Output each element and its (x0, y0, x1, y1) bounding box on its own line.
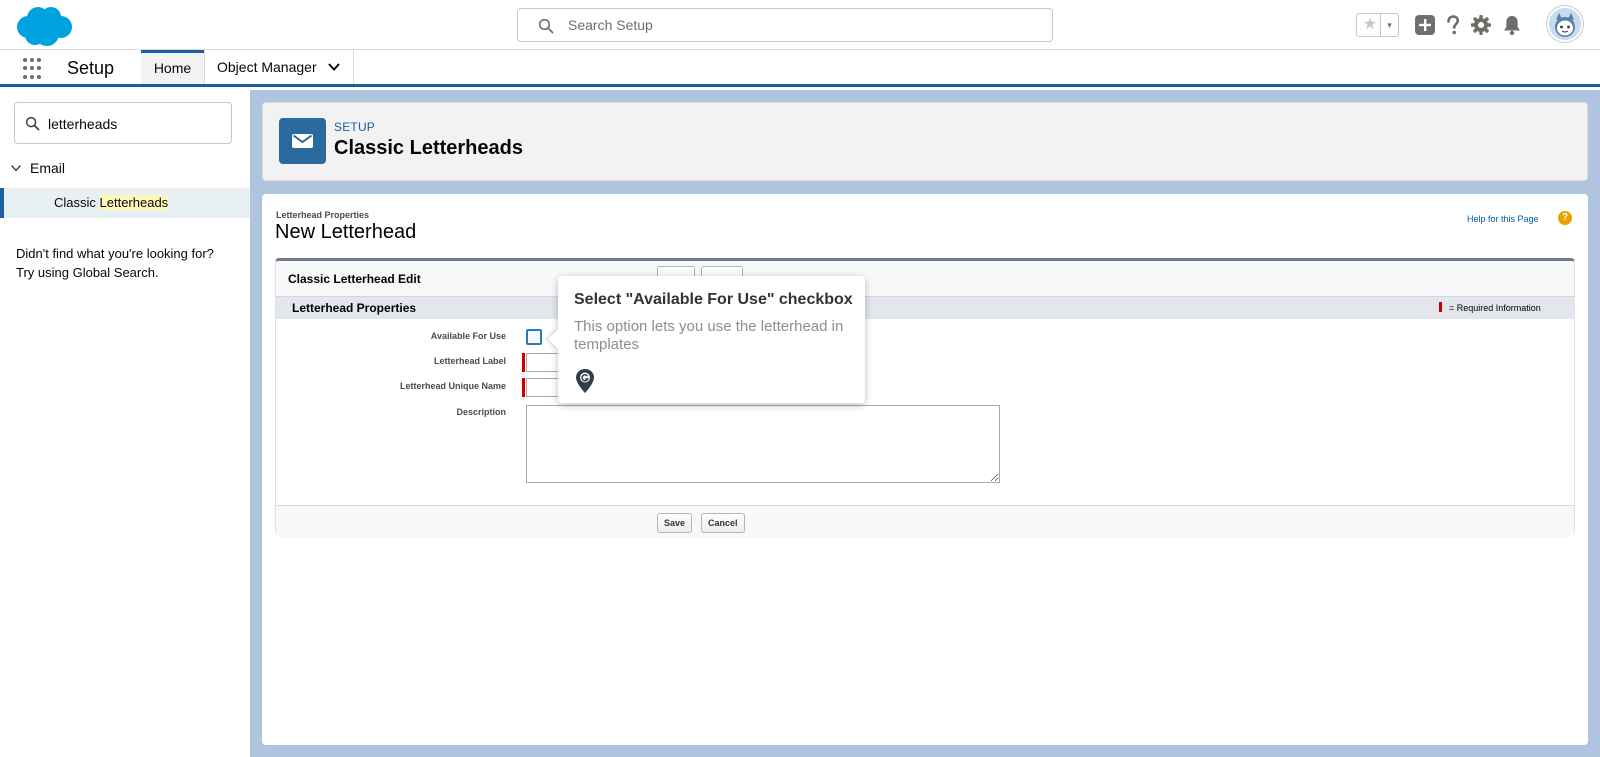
tree-item-classic-letterheads[interactable]: Classic Letterheads (0, 188, 250, 218)
chevron-down-icon[interactable] (327, 61, 341, 73)
letterhead-label-label: Letterhead Label (433, 356, 506, 366)
not-found-line-1: Didn't find what you're looking for? (16, 246, 214, 261)
page-title: Classic Letterheads (334, 137, 523, 159)
tree-group-email[interactable]: Email (10, 160, 65, 180)
tooltip-title: Select "Available For Use" checkbox (574, 291, 853, 308)
available-for-use-checkbox[interactable] (526, 329, 542, 345)
tooltip-body: This option lets you use the letterhead … (574, 318, 844, 353)
form-area: Available For Use Letterhead Label Lette… (276, 319, 1574, 505)
context-bar: Setup Home Object Manager (0, 50, 1600, 87)
page-header-eyebrow: SETUP (334, 120, 376, 134)
walkthrough-tooltip: Select "Available For Use" checkbox This… (548, 276, 865, 403)
chevron-down-icon[interactable] (10, 162, 22, 174)
search-highlight: Letterheads (99, 195, 169, 210)
required-legend-text: = Required Information (1449, 303, 1541, 313)
avatar[interactable] (1547, 6, 1583, 42)
user-avatar-icon (1549, 8, 1581, 40)
required-marker (522, 353, 525, 372)
required-marker (522, 378, 525, 397)
section-title: Letterhead Properties (292, 301, 417, 315)
add-icon[interactable] (1413, 13, 1437, 37)
gear-icon[interactable] (1469, 13, 1493, 37)
favorites-dropdown-icon[interactable]: ▾ (1380, 14, 1398, 36)
setup-sidebar: Email Classic Letterheads Didn't find wh… (0, 90, 250, 757)
global-search[interactable] (517, 8, 1053, 42)
quick-find-input[interactable] (48, 114, 218, 134)
section-header: Letterhead Properties = Required Informa… (276, 296, 1574, 319)
page-block-title: Classic Letterhead Edit (288, 272, 421, 286)
header-utility-icons: ★ ▾ (1356, 6, 1600, 42)
help-link[interactable]: Help for this Page (1467, 214, 1539, 224)
app-launcher-icon[interactable] (23, 58, 45, 80)
description-label: Description (456, 407, 506, 417)
star-icon[interactable]: ★ (1360, 16, 1380, 34)
unique-name-label: Letterhead Unique Name (399, 381, 506, 391)
app-name: Setup (67, 58, 115, 78)
favorites-button[interactable]: ★ ▾ (1356, 13, 1399, 37)
cancel-button[interactable]: Cancel (701, 513, 745, 533)
edit-page-block: Classic Letterhead Edit Letterhead Prope… (275, 258, 1575, 537)
salesforce-logo[interactable] (14, 5, 74, 47)
email-icon (279, 118, 326, 164)
guide-pin-icon (576, 369, 594, 393)
bell-icon[interactable] (1500, 13, 1524, 37)
tab-home[interactable]: Home (141, 50, 204, 84)
page-header: SETUP Classic Letterheads (262, 102, 1588, 181)
tab-object-manager[interactable]: Object Manager (204, 50, 354, 84)
tab-object-manager-label: Object Manager (217, 59, 317, 75)
required-marker (1439, 302, 1442, 312)
save-button[interactable]: Save (657, 513, 693, 533)
search-icon (25, 116, 40, 131)
available-for-use-label: Available For Use (430, 331, 506, 341)
page-subtitle: New Letterhead (275, 221, 417, 243)
help-icon[interactable]: ? (1558, 211, 1572, 225)
required-legend: = Required Information (1439, 302, 1541, 313)
not-found-line-2: Try using Global Search. (16, 265, 159, 280)
global-search-input[interactable] (568, 15, 1028, 35)
breadcrumb: Letterhead Properties (276, 210, 370, 220)
description-textarea[interactable] (526, 405, 1000, 483)
global-header: ★ ▾ (0, 0, 1600, 50)
quick-find[interactable] (14, 102, 232, 144)
content-panel: Letterhead Properties New Letterhead Hel… (262, 194, 1588, 745)
help-icon[interactable] (1441, 13, 1465, 37)
tree-group-label: Email (30, 160, 66, 176)
not-found-message: Didn't find what you're looking for? Try… (16, 244, 242, 282)
tree-item-prefix: Classic (54, 195, 100, 210)
search-icon (538, 18, 554, 34)
bottom-button-row: Save Cancel (276, 505, 1574, 537)
